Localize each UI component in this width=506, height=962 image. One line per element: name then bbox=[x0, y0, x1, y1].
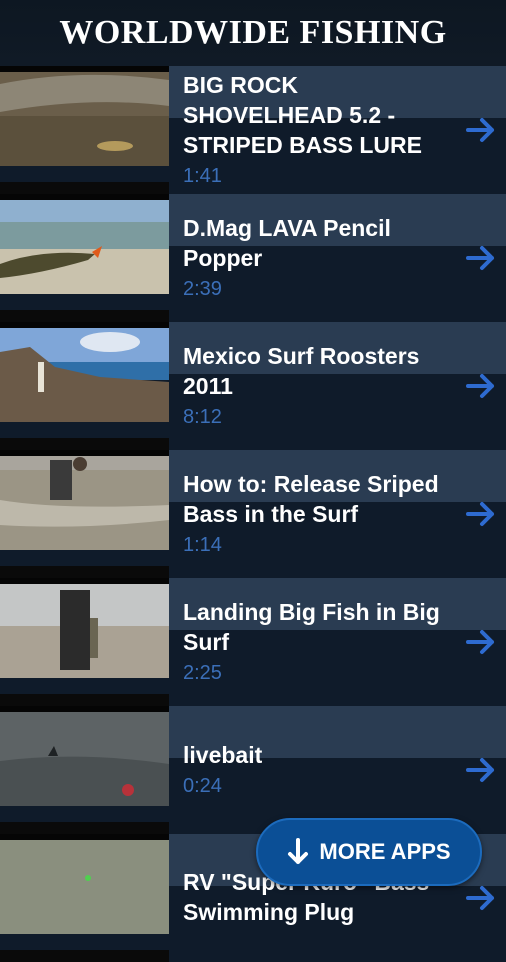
video-title: How to: Release Sriped Bass in the Surf bbox=[183, 471, 439, 527]
video-title: BIG ROCK SHOVELHEAD 5.2 - STRIPED BASS L… bbox=[183, 72, 422, 158]
video-thumbnail bbox=[0, 834, 169, 962]
arrow-right-icon[interactable] bbox=[466, 117, 496, 143]
video-thumbnail bbox=[0, 194, 169, 322]
video-duration: 2:39 bbox=[183, 278, 222, 300]
video-list-item[interactable]: Landing Big Fish in Big Surf 2:25 bbox=[0, 578, 506, 706]
video-list-item[interactable]: livebait 0:24 bbox=[0, 706, 506, 834]
video-thumbnail bbox=[0, 66, 169, 194]
arrow-down-icon bbox=[288, 838, 309, 864]
app-title: WORLDWIDE FISHING bbox=[59, 14, 447, 51]
video-duration: 1:41 bbox=[183, 165, 222, 187]
arrow-right-icon[interactable] bbox=[466, 245, 496, 271]
app-header: WORLDWIDE FISHING bbox=[0, 0, 506, 66]
video-duration: 1:14 bbox=[183, 534, 222, 556]
arrow-right-icon[interactable] bbox=[466, 757, 496, 783]
more-apps-label: MORE APPS bbox=[319, 839, 451, 864]
video-thumbnail bbox=[0, 450, 169, 578]
video-list-item[interactable]: Mexico Surf Roosters 2011 8:12 bbox=[0, 322, 506, 450]
video-duration: 2:25 bbox=[183, 662, 222, 684]
video-duration: 0:24 bbox=[183, 775, 222, 797]
video-thumbnail bbox=[0, 322, 169, 450]
video-title: D.Mag LAVA Pencil Popper bbox=[183, 215, 391, 271]
video-list-item[interactable]: How to: Release Sriped Bass in the Surf … bbox=[0, 450, 506, 578]
video-list-item[interactable]: D.Mag LAVA Pencil Popper 2:39 bbox=[0, 194, 506, 322]
arrow-right-icon[interactable] bbox=[466, 885, 496, 911]
video-thumbnail bbox=[0, 706, 169, 834]
video-title: Landing Big Fish in Big Surf bbox=[183, 599, 440, 655]
arrow-right-icon[interactable] bbox=[466, 373, 496, 399]
video-title: livebait bbox=[183, 742, 263, 768]
video-list-item[interactable]: BIG ROCK SHOVELHEAD 5.2 - STRIPED BASS L… bbox=[0, 66, 506, 194]
video-duration: 8:12 bbox=[183, 406, 222, 428]
video-thumbnail bbox=[0, 578, 169, 706]
more-apps-button[interactable]: MORE APPS bbox=[256, 818, 482, 886]
video-title: Mexico Surf Roosters 2011 bbox=[183, 343, 420, 399]
arrow-right-icon[interactable] bbox=[466, 629, 496, 655]
arrow-right-icon[interactable] bbox=[466, 501, 496, 527]
